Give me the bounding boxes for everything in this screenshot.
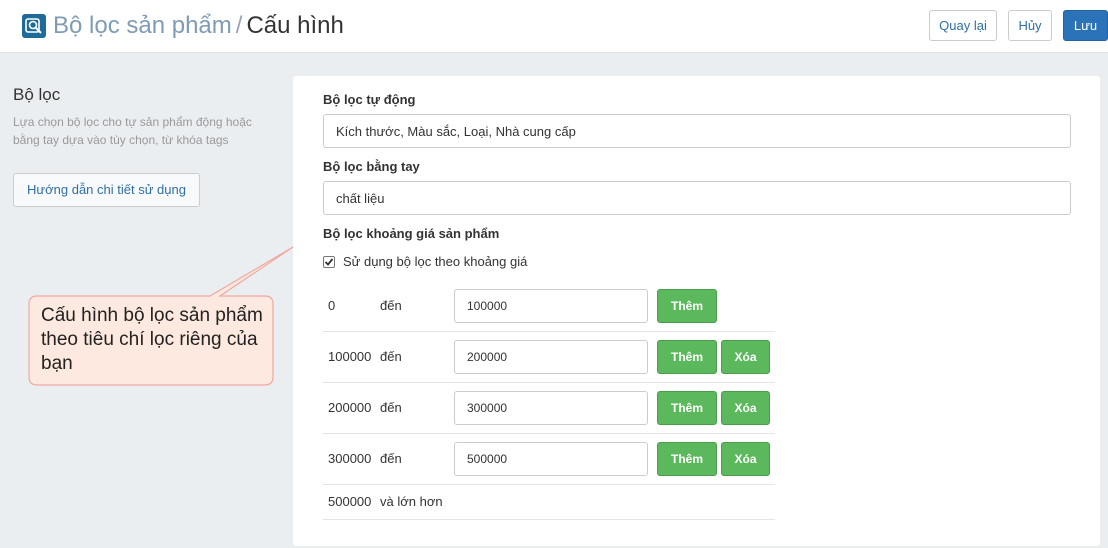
callout-text: Cấu hình bộ lọc sản phẩm theo tiêu chí l…	[41, 305, 263, 374]
callout-bubble	[28, 246, 294, 386]
